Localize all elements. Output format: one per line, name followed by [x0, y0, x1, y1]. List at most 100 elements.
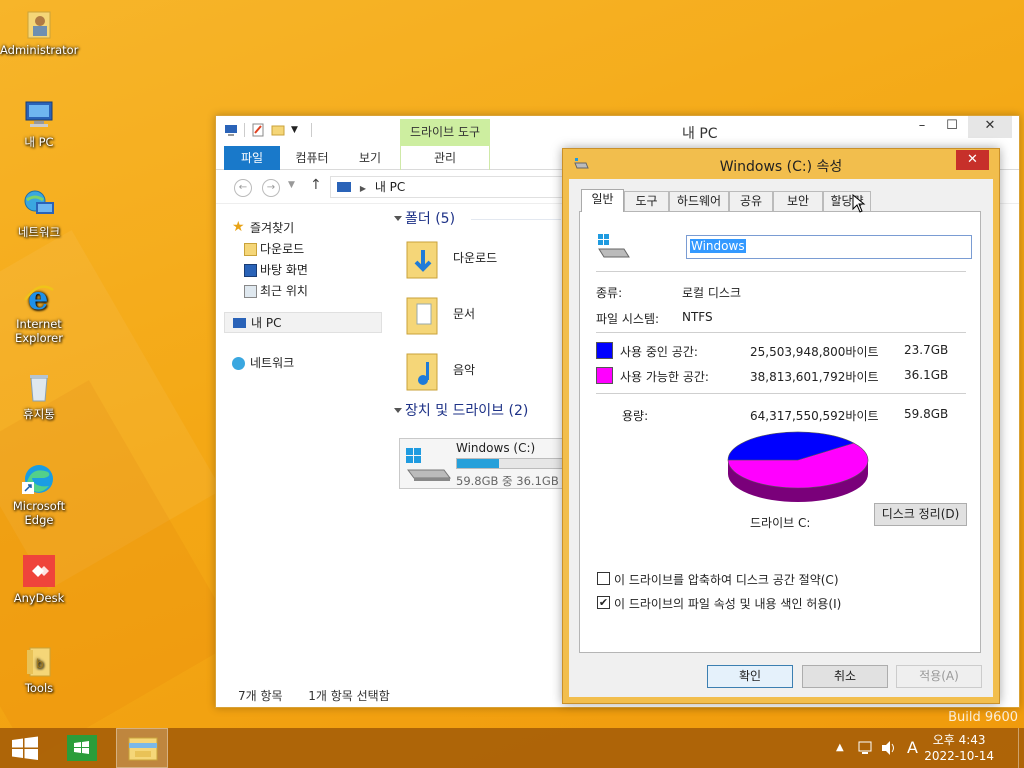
computer-icon — [337, 182, 351, 192]
capacity-label: 용량: — [622, 409, 649, 423]
drive-tools-context-tab[interactable]: 드라이브 도구 — [400, 119, 490, 146]
desktop-icon-administrator[interactable]: Administrator — [0, 6, 78, 57]
drives-group-header[interactable]: 장치 및 드라이브 (2) — [391, 400, 528, 422]
star-icon: ★ — [232, 219, 245, 235]
dialog-body: 일반 도구 하드웨어 공유 보안 할당량 Windows 종류: 로컬 디스크 … — [569, 179, 993, 697]
capacity-gb: 59.8GB — [904, 407, 949, 421]
breadcrumb-separator-icon: ▶ — [359, 184, 366, 193]
drive-c-tile[interactable]: Windows (C:) 59.8GB 중 36.1GB 사 — [399, 438, 569, 489]
type-value: 로컬 디스크 — [682, 286, 742, 300]
filesystem-label: 파일 시스템: — [596, 312, 660, 326]
anydesk-icon — [22, 554, 56, 588]
used-space-bytes: 25,503,948,800바이트 — [750, 345, 879, 359]
mouse-cursor-icon — [852, 194, 866, 213]
disk-usage-pie-chart — [727, 431, 869, 503]
drive-usage-bar — [456, 458, 564, 469]
windows-drive-icon — [404, 446, 452, 485]
drive-free-text: 59.8GB 중 36.1GB 사 — [456, 474, 568, 488]
svg-text:b: b — [36, 657, 44, 671]
nav-desktop[interactable]: 바탕 화면 — [224, 260, 382, 281]
volume-name-input[interactable]: Windows — [686, 235, 972, 259]
compress-drive-checkbox[interactable] — [597, 572, 610, 585]
nav-downloads[interactable]: 다운로드 — [224, 239, 382, 260]
address-box[interactable]: ▶ 내 PC — [330, 176, 570, 198]
back-button[interactable]: ← — [234, 179, 252, 197]
free-space-bytes: 38,813,601,792바이트 — [750, 370, 879, 384]
tab-general[interactable]: 일반 — [581, 189, 624, 212]
tab-security[interactable]: 보안 — [773, 191, 823, 211]
desktop-icon-my-pc[interactable]: 내 PC — [0, 98, 78, 149]
disk-cleanup-button[interactable]: 디스크 정리(D) — [874, 503, 967, 526]
properties-icon[interactable] — [251, 123, 265, 137]
nav-network[interactable]: 네트워크 — [224, 353, 382, 374]
free-space-swatch — [596, 367, 613, 384]
taskbar-store-button[interactable] — [58, 728, 106, 768]
network-tray-icon[interactable] — [857, 728, 873, 768]
nav-my-pc[interactable]: 내 PC — [224, 312, 382, 333]
folder-downloads[interactable]: 다운로드 — [391, 230, 528, 286]
recent-locations-chevron-icon[interactable]: ▼ — [288, 180, 295, 190]
free-space-gb: 36.1GB — [904, 368, 949, 382]
computer-icon — [233, 318, 246, 328]
tab-view[interactable]: 보기 — [346, 146, 394, 170]
volume-tray-icon[interactable] — [880, 728, 898, 768]
compress-drive-label[interactable]: 이 드라이브를 압축하여 디스크 공간 절약(C) — [614, 571, 839, 588]
folder-documents[interactable]: 문서 — [391, 286, 528, 342]
music-folder-icon — [403, 348, 443, 392]
maximize-button[interactable]: ☐ — [938, 116, 966, 138]
chevron-down-icon[interactable]: ▼ — [291, 123, 305, 137]
ime-indicator[interactable]: A — [907, 728, 918, 768]
up-arrow-icon[interactable]: ↑ — [310, 177, 322, 193]
network-icon — [232, 357, 245, 370]
desktop-icon-label: Internet Explorer — [15, 317, 63, 345]
nav-favorites[interactable]: ★ 즐겨찾기 — [224, 218, 382, 239]
tab-sharing[interactable]: 공유 — [729, 191, 773, 211]
desktop-icon-tools[interactable]: b Tools — [0, 644, 78, 695]
desktop-icon-recycle-bin[interactable]: 휴지통 — [0, 370, 78, 421]
dialog-close-button[interactable]: ✕ — [956, 150, 989, 170]
apply-button[interactable]: 적용(A) — [896, 665, 982, 688]
free-space-label: 사용 가능한 공간: — [620, 370, 709, 384]
index-drive-checkbox[interactable]: ✔ — [597, 596, 610, 609]
index-drive-label[interactable]: 이 드라이브의 파일 속성 및 내용 색인 허용(I) — [614, 595, 841, 612]
recent-places-icon — [244, 285, 257, 298]
desktop-icon-label: 내 PC — [24, 135, 54, 149]
desktop-icon-anydesk[interactable]: AnyDesk — [0, 554, 78, 605]
status-item-count: 7개 항목 — [238, 689, 283, 703]
tab-manage[interactable]: 관리 — [400, 146, 490, 170]
show-desktop-button[interactable] — [1018, 728, 1024, 768]
status-bar: 7개 항목 1개 항목 선택함 — [238, 687, 390, 704]
nav-recent-places[interactable]: 최근 위치 — [224, 281, 382, 302]
tab-tools[interactable]: 도구 — [624, 191, 669, 211]
new-folder-icon[interactable] — [271, 123, 285, 137]
build-watermark: Build 9600 — [948, 710, 1018, 725]
breadcrumb-my-pc[interactable]: 내 PC — [375, 180, 405, 194]
tab-hardware[interactable]: 하드웨어 — [669, 191, 729, 211]
explorer-title-bar[interactable]: ▼ 드라이브 도구 내 PC – ☐ ✕ — [216, 116, 1019, 146]
desktop-icon-internet-explorer[interactable]: e Internet Explorer — [0, 279, 78, 345]
folders-group-header[interactable]: 폴더 (5) — [391, 208, 561, 230]
computer-icon — [224, 123, 238, 137]
desktop-icon-microsoft-edge[interactable]: Microsoft Edge — [0, 462, 78, 527]
used-space-label: 사용 중인 공간: — [620, 345, 698, 359]
cancel-button[interactable]: 취소 — [802, 665, 888, 688]
tab-computer[interactable]: 컴퓨터 — [286, 146, 338, 170]
forward-button[interactable]: → — [262, 179, 280, 197]
desktop-icon-label: 네트워크 — [17, 225, 61, 239]
type-label: 종류: — [596, 286, 623, 300]
properties-dialog[interactable]: Windows (C:) 속성 ✕ 일반 도구 하드웨어 공유 보안 할당량 W… — [562, 148, 1000, 704]
content-pane: 폴더 (5) 다운로드 문서 음악 장치 및 드라이브 (2) — [391, 208, 561, 422]
close-button[interactable]: ✕ — [968, 116, 1012, 138]
ok-button[interactable]: 확인 — [707, 665, 793, 688]
clock[interactable]: 오후 4:43 2022-10-14 — [924, 732, 994, 764]
show-hidden-icons-button[interactable]: ▲ — [836, 728, 844, 768]
filesystem-value: NTFS — [682, 310, 713, 324]
desktop-icon-network[interactable]: 네트워크 — [0, 188, 78, 239]
taskbar-explorer-button[interactable] — [116, 728, 168, 768]
clock-date: 2022-10-14 — [924, 749, 994, 763]
tab-file[interactable]: 파일 — [224, 146, 280, 170]
dialog-title-bar[interactable]: Windows (C:) 속성 ✕ — [563, 149, 999, 179]
start-button[interactable] — [0, 728, 50, 768]
folder-music[interactable]: 음악 — [391, 342, 528, 398]
minimize-button[interactable]: – — [908, 116, 936, 138]
